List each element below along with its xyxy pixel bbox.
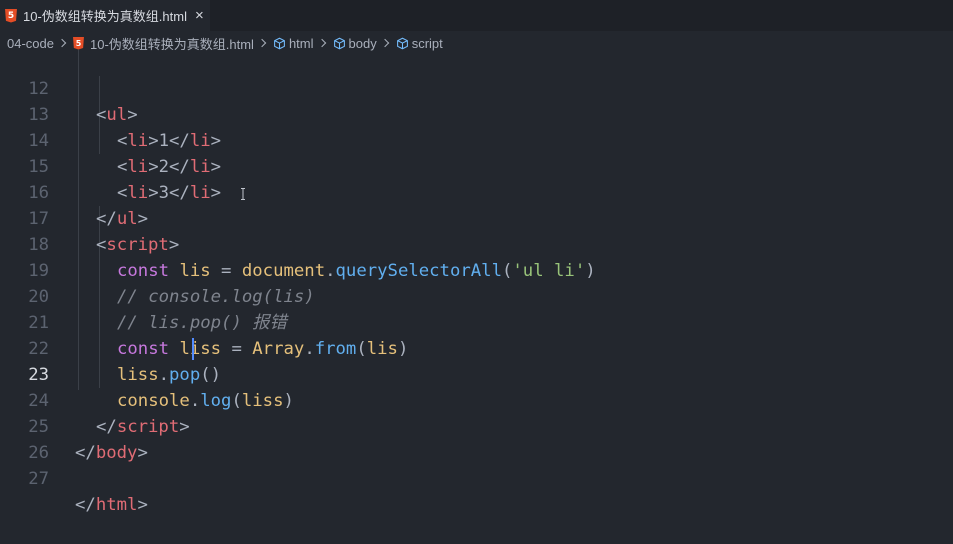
token: html <box>95 495 138 515</box>
close-icon[interactable]: × <box>195 8 204 23</box>
code-line: 14 <li>2</li> <box>0 102 953 177</box>
code-line: 24 </script> <box>0 362 953 437</box>
code-line: 13 <li>1</li> <box>0 76 953 151</box>
breadcrumb-html-label: html <box>288 35 314 51</box>
code-line: 27 </html> <box>0 440 953 515</box>
code-line: 20 // lis.pop() 报错 <box>0 258 953 333</box>
cube-symbol-icon <box>274 37 285 49</box>
code-line: 17 <script> <box>0 180 953 255</box>
code-line: 22 liss.pop() <box>0 310 953 385</box>
code-line: 21 const liss = Array.from(lis) <box>0 284 953 359</box>
html5-file-icon: 5 <box>5 8 17 23</box>
code-line: 12 <ul> <box>0 50 953 125</box>
chevron-right-icon <box>57 38 67 48</box>
code-line: 16 </ul> <box>0 154 953 229</box>
html5-file-icon: 5 <box>72 36 84 50</box>
breadcrumb-folder[interactable]: 04-code <box>7 36 54 51</box>
token: </ <box>75 495 96 515</box>
code-line-active: 23 console.log(liss) <box>0 336 953 411</box>
code-line: 19 // console.log(lis) <box>0 232 953 307</box>
cube-symbol-icon <box>396 37 408 49</box>
breadcrumb-folder-label: 04-code <box>7 35 54 51</box>
cube-symbol-icon <box>333 37 345 49</box>
code-line: 18 const lis = document.querySelectorAll… <box>0 206 953 281</box>
breadcrumb-script-label: script <box>411 35 443 51</box>
code-line: 15 <li>3</li> <box>0 128 953 203</box>
breadcrumb-html[interactable]: html <box>273 36 314 51</box>
line-number: 27 <box>28 469 49 489</box>
breadcrumb-body[interactable]: body <box>333 36 377 51</box>
token: > <box>137 495 148 515</box>
editor-tab-active[interactable]: 5 10-伪数组转换为真数组.html × <box>0 0 210 31</box>
chevron-right-icon <box>317 38 326 48</box>
chevron-right-icon <box>257 38 267 48</box>
code-line: 26 <box>0 414 953 463</box>
code-editor[interactable]: 12 <ul> 13 <li>1</li> 14 <li>2</li> 15 <… <box>0 50 953 536</box>
tab-bar: 5 10-伪数组转换为真数组.html × <box>0 0 953 31</box>
breadcrumb-script[interactable]: script <box>396 36 443 51</box>
tab-filename: 10-伪数组转换为真数组.html <box>23 9 187 24</box>
breadcrumb-body-label: body <box>348 35 377 51</box>
ibeam-cursor-icon <box>241 188 245 200</box>
chevron-right-icon <box>380 38 389 48</box>
text-cursor <box>192 338 194 360</box>
code-line: 25 </body> <box>0 388 953 463</box>
line-code: </html> <box>75 492 148 518</box>
